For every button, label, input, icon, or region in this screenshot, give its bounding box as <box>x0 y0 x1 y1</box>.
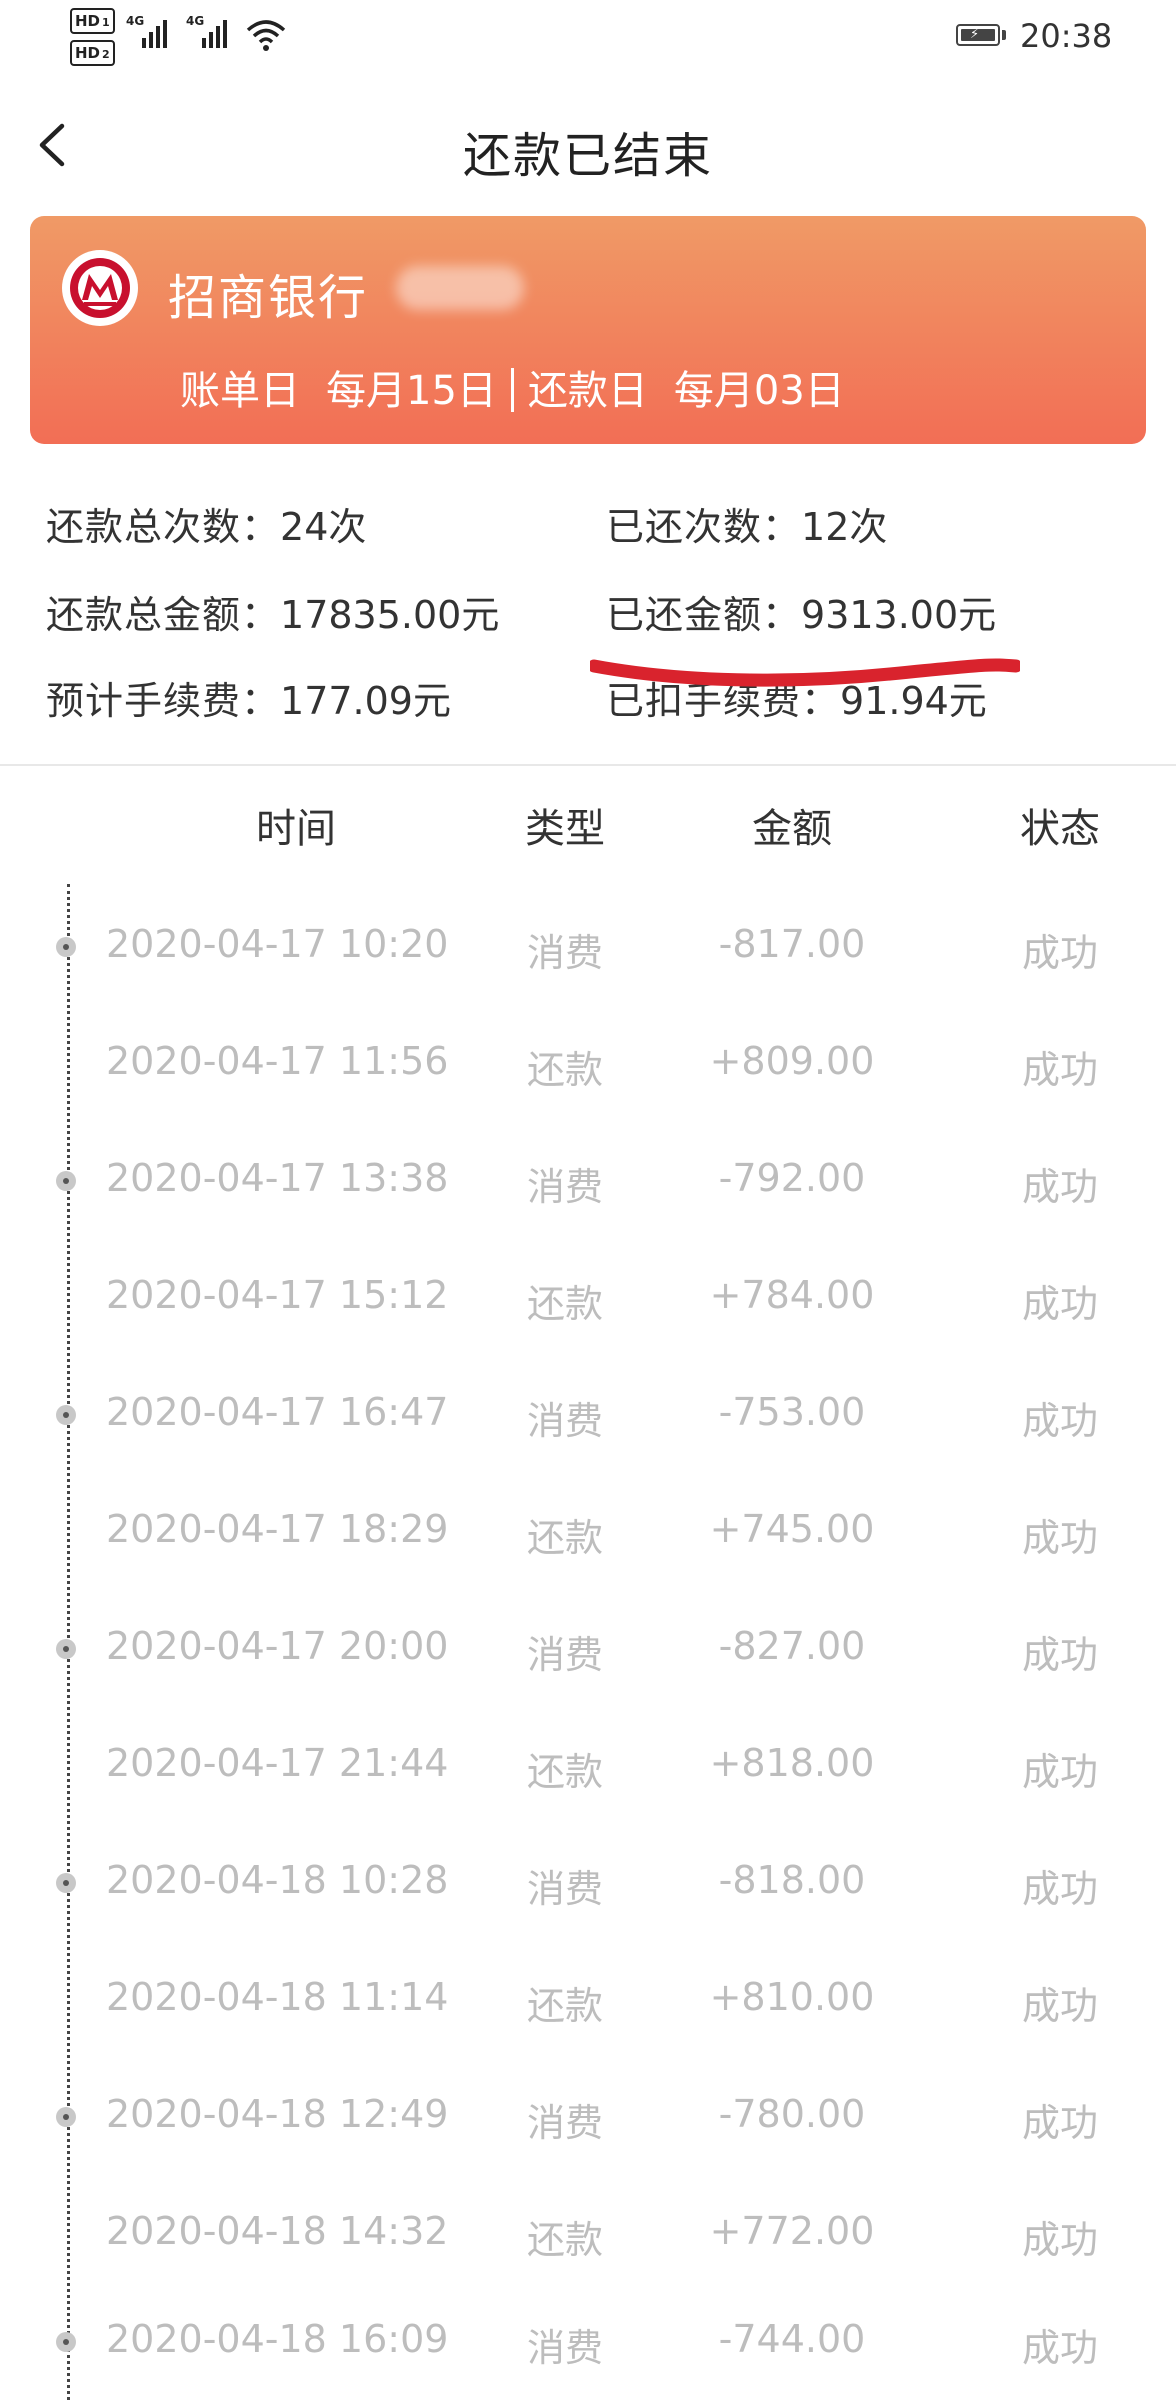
row-amount: +784.00 <box>709 1273 875 1317</box>
row-time: 2020-04-17 11:56 <box>106 1039 449 1083</box>
row-type: 还款 <box>526 1984 603 2028</box>
timeline-dot-icon <box>56 2107 76 2127</box>
row-time: 2020-04-17 13:38 <box>106 1156 449 1200</box>
row-type: 消费 <box>526 1867 603 1911</box>
row-status: 成功 <box>1021 2326 1098 2370</box>
row-amount: -753.00 <box>718 1390 866 1434</box>
row-status: 成功 <box>1021 1867 1098 1911</box>
row-time: 2020-04-17 10:20 <box>106 922 449 966</box>
row-amount: -744.00 <box>718 2317 866 2361</box>
row-amount: -827.00 <box>718 1624 866 1668</box>
row-amount: +810.00 <box>709 1975 875 2019</box>
table-row[interactable]: 2020-04-18 12:49 消费 -780.00 成功 <box>0 2058 1176 2175</box>
row-time: 2020-04-18 10:28 <box>106 1858 449 1902</box>
timeline-dot-icon <box>56 2332 76 2352</box>
row-amount: +818.00 <box>709 1741 875 1785</box>
table-row[interactable]: 2020-04-17 16:47 消费 -753.00 成功 <box>0 1356 1176 1473</box>
row-time: 2020-04-18 14:32 <box>106 2209 449 2253</box>
timeline-dot-icon <box>56 937 76 957</box>
row-time: 2020-04-17 16:47 <box>106 1390 449 1434</box>
row-type: 还款 <box>526 1048 603 1092</box>
table-row[interactable]: 2020-04-17 18:29 还款 +745.00 成功 <box>0 1473 1176 1590</box>
row-status: 成功 <box>1021 1750 1098 1794</box>
row-type: 消费 <box>526 1633 603 1677</box>
row-type: 还款 <box>526 1750 603 1794</box>
row-type: 消费 <box>526 931 603 975</box>
transaction-list: 2020-04-17 10:20 消费 -817.00 成功 2020-04-1… <box>0 0 1176 2400</box>
row-status: 成功 <box>1021 1165 1098 1209</box>
timeline-dot-icon <box>56 1639 76 1659</box>
row-amount: -818.00 <box>718 1858 866 1902</box>
row-type: 消费 <box>526 1399 603 1443</box>
row-time: 2020-04-17 18:29 <box>106 1507 449 1551</box>
table-row[interactable]: 2020-04-17 11:56 还款 +809.00 成功 <box>0 1005 1176 1122</box>
row-status: 成功 <box>1021 1048 1098 1092</box>
table-row[interactable]: 2020-04-18 16:09 消费 -744.00 成功 <box>0 2283 1176 2400</box>
row-status: 成功 <box>1021 1399 1098 1443</box>
table-row[interactable]: 2020-04-17 10:20 消费 -817.00 成功 <box>0 888 1176 1005</box>
row-type: 还款 <box>526 1516 603 1560</box>
timeline-dot-icon <box>56 1873 76 1893</box>
row-type: 还款 <box>526 2218 603 2262</box>
row-amount: -817.00 <box>718 922 866 966</box>
row-status: 成功 <box>1021 1516 1098 1560</box>
row-status: 成功 <box>1021 931 1098 975</box>
row-amount: +772.00 <box>709 2209 875 2253</box>
row-time: 2020-04-18 12:49 <box>106 2092 449 2136</box>
row-type: 还款 <box>526 1282 603 1326</box>
row-time: 2020-04-18 11:14 <box>106 1975 449 2019</box>
timeline-dot-icon <box>56 1171 76 1191</box>
row-time: 2020-04-17 15:12 <box>106 1273 449 1317</box>
table-row[interactable]: 2020-04-18 14:32 还款 +772.00 成功 <box>0 2175 1176 2292</box>
repayment-detail-page: HD 1 HD 2 4G 4G ⚡ 20:38 还款已结束 招商银行 账单日 每… <box>0 0 1176 2400</box>
timeline-dot-icon <box>56 1405 76 1425</box>
row-amount: -780.00 <box>718 2092 866 2136</box>
row-time: 2020-04-17 20:00 <box>106 1624 449 1668</box>
table-row[interactable]: 2020-04-17 13:38 消费 -792.00 成功 <box>0 1122 1176 1239</box>
row-status: 成功 <box>1021 1633 1098 1677</box>
row-type: 消费 <box>526 1165 603 1209</box>
row-status: 成功 <box>1021 1984 1098 2028</box>
row-status: 成功 <box>1021 1282 1098 1326</box>
row-type: 消费 <box>526 2101 603 2145</box>
row-time: 2020-04-17 21:44 <box>106 1741 449 1785</box>
row-amount: +745.00 <box>709 1507 875 1551</box>
table-row[interactable]: 2020-04-18 11:14 还款 +810.00 成功 <box>0 1941 1176 2058</box>
row-status: 成功 <box>1021 2101 1098 2145</box>
row-amount: +809.00 <box>709 1039 875 1083</box>
row-type: 消费 <box>526 2326 603 2370</box>
table-row[interactable]: 2020-04-17 20:00 消费 -827.00 成功 <box>0 1590 1176 1707</box>
table-row[interactable]: 2020-04-17 21:44 还款 +818.00 成功 <box>0 1707 1176 1824</box>
row-time: 2020-04-18 16:09 <box>106 2317 449 2361</box>
table-row[interactable]: 2020-04-17 15:12 还款 +784.00 成功 <box>0 1239 1176 1356</box>
table-row[interactable]: 2020-04-18 10:28 消费 -818.00 成功 <box>0 1824 1176 1941</box>
row-status: 成功 <box>1021 2218 1098 2262</box>
row-amount: -792.00 <box>718 1156 866 1200</box>
